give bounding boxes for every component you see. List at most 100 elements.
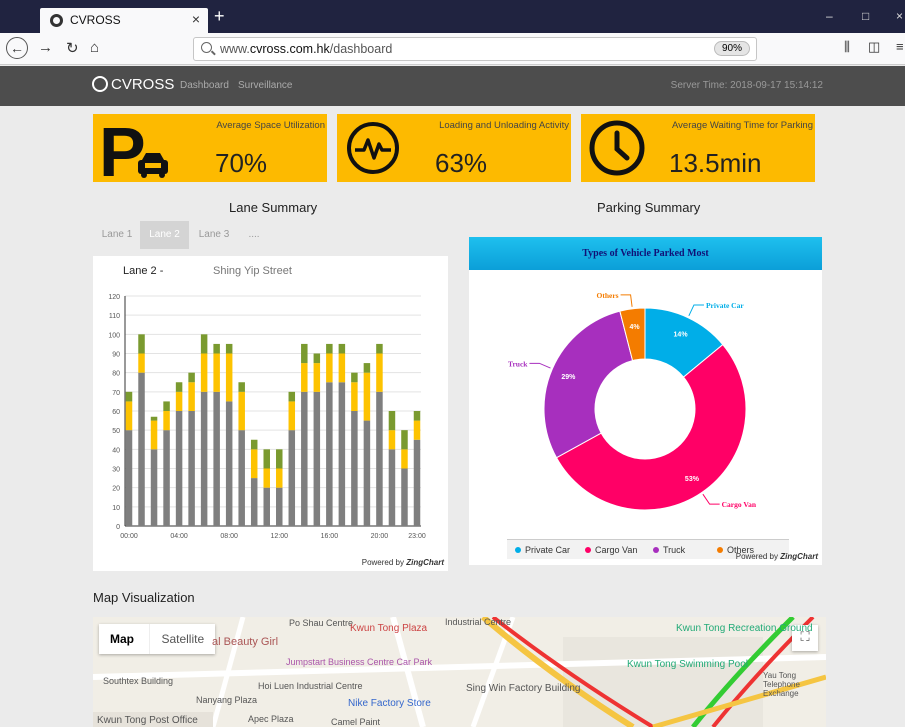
bar-segment-mid [238,391,245,431]
map-label: Sing Win Factory Building [466,683,581,694]
bar-segment-top [250,439,258,450]
bar-segment-base [413,439,421,526]
map-type-map-button[interactable]: Map [99,624,145,654]
bar-segment-top [301,343,308,364]
forward-arrow-icon[interactable]: → [38,39,53,56]
bar-segment-base [225,401,233,526]
bar-segment-mid [138,353,145,373]
map-view[interactable]: Map Satellite ⛶ Po Shau Centre Kwun Tong… [93,617,826,727]
logo-ring-icon [92,76,108,92]
nav-surveillance[interactable]: Surveillance [238,80,292,91]
x-tick-label: 16:00 [321,533,339,540]
new-tab-icon[interactable]: + [214,6,225,27]
sidebar-toggle-icon[interactable]: ◫ [868,39,880,55]
browser-tab-bar: CVROSS × + – □ × [0,0,905,33]
y-tick-label: 10 [112,505,120,512]
y-tick-label: 80 [112,371,120,378]
tab-lane-2[interactable]: Lane 2 [140,221,189,249]
bar-segment-top [225,343,233,354]
bar-segment-mid [351,382,358,411]
y-tick-label: 50 [112,428,120,435]
tab-lane-1[interactable]: Lane 1 [94,221,140,249]
map-label: Apec Plaza [248,714,294,724]
y-tick-label: 0 [116,524,120,531]
slice-value-label: 14% [674,331,689,338]
kpi-space-utilization: P Average Space Utilization 70% [93,114,327,182]
library-icon[interactable]: ⫼ [844,39,850,55]
bar-segment-mid [413,420,421,440]
map-label: Jumpstart Business Centre Car Park [286,657,433,667]
bar-segment-base [250,478,258,526]
bar-segment-top [313,353,321,364]
app-header: CVROSS Dashboard Surveillance Server Tim… [0,66,905,106]
bar-segment-base [175,411,183,526]
bar-segment-mid [188,382,195,411]
map-label: Kwun Tong Post Office [97,715,198,726]
slice-name-label: Private Car [706,301,744,310]
legend-marker-icon [717,547,723,553]
legend-item[interactable]: Truck [653,545,685,555]
nav-dashboard[interactable]: Dashboard [180,80,229,91]
bar-segment-mid [250,449,258,479]
legend-label: Truck [663,545,686,555]
bar-segment-top [326,343,333,354]
y-tick-label: 70 [112,390,120,397]
bar-segment-mid [363,372,371,421]
bar-segment-top [150,416,158,421]
back-arrow-icon[interactable]: ← [6,37,28,59]
bar-segment-base [313,391,321,526]
bar-segment-top [163,401,170,411]
kpi-loading-activity: Loading and Unloading Activity 63% [337,114,571,182]
legend-marker-icon [515,547,521,553]
map-title: Map Visualization [93,590,195,605]
bar-segment-base [376,391,383,526]
slice-name-label: Others [596,291,618,300]
legend-item[interactable]: Cargo Van [585,545,637,555]
map-label: Nanyang Plaza [196,695,258,705]
slice-leader-line [702,493,720,505]
bar-segment-mid [213,353,220,392]
bar-segment-top [401,430,408,450]
url-bar[interactable]: www.cvross.com.hk/dashboard 90% [193,37,757,61]
bar-segment-top [238,382,245,392]
bar-segment-top [388,411,396,431]
bar-segment-base [125,430,133,526]
legend-item[interactable]: Private Car [515,545,570,555]
app-logo[interactable]: CVROSS [92,76,174,93]
zoom-level-badge[interactable]: 90% [713,41,750,56]
bar-segment-mid [263,468,270,488]
bar-segment-mid [276,468,283,488]
home-icon[interactable]: ⌂ [90,39,99,56]
bar-segment-mid [326,353,333,383]
window-minimize-icon[interactable]: – [826,9,833,23]
tab-more-lanes[interactable]: .... [239,221,269,249]
reload-icon[interactable]: ↻ [66,39,79,57]
y-tick-label: 60 [112,409,120,416]
bar-segment-top [338,343,346,354]
map-label: Po Shau Centre [289,618,354,628]
tab-close-icon[interactable]: × [192,11,200,27]
kpi-value: 63% [435,148,488,178]
url-text: www.cvross.com.hk/dashboard [220,42,393,56]
x-tick-label: 12:00 [270,533,288,540]
donut-chart-title: Types of Vehicle Parked Most [469,237,822,270]
bar-segment-mid [376,353,383,392]
parking-chart-panel: Types of Vehicle Parked Most 14% Private … [469,237,822,565]
map-label: Southtex Building [103,676,174,686]
legend-marker-icon [585,547,591,553]
slice-value-label: 4% [629,324,640,331]
window-close-icon[interactable]: × [896,9,903,23]
bar-segment-mid [301,363,308,392]
window-maximize-icon[interactable]: □ [862,9,869,23]
tab-lane-3[interactable]: Lane 3 [189,221,239,249]
map-type-satellite-button[interactable]: Satellite [149,624,215,654]
y-tick-label: 110 [109,313,120,320]
vehicle-donut-chart: 14% Private Car 53% Cargo Van 29% Truck 4% Othe… [508,291,757,511]
browser-tab[interactable]: CVROSS × [40,8,208,33]
bar-segment-base [213,391,220,526]
bar-segment-base [388,449,396,526]
menu-icon[interactable]: ≡ [896,39,904,54]
lane-chart-panel: Lane 2 - Shing Yip Street 0 10 20 30 40 50 60 7… [93,256,448,571]
x-tick-label: 23:00 [408,533,426,540]
bar-segment-base [351,411,358,526]
